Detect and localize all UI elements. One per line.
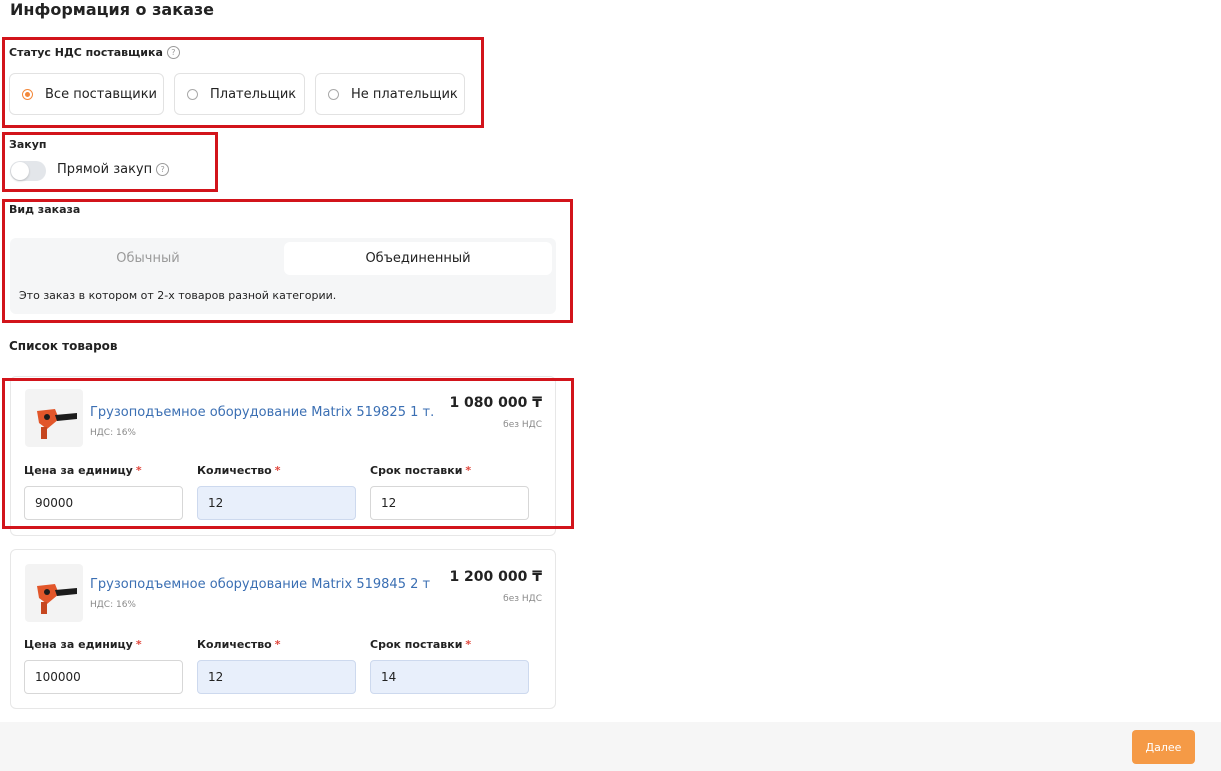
quantity-label: Количество * xyxy=(197,464,281,477)
quantity-input[interactable]: 12 xyxy=(197,486,356,520)
tab-regular[interactable]: Обычный xyxy=(14,242,282,275)
product-vat: НДС: 16% xyxy=(90,428,136,438)
product-name-link[interactable]: Грузоподъемное оборудование Matrix 51982… xyxy=(90,405,434,420)
direct-purchase-label: Прямой закуп xyxy=(57,162,153,177)
radio-selected-icon xyxy=(22,88,33,100)
quantity-label-text: Количество xyxy=(197,464,272,477)
product-card: Грузоподъемное оборудование Matrix 51984… xyxy=(10,549,556,709)
required-mark: * xyxy=(274,464,281,477)
radio-all-suppliers-label: Все поставщики xyxy=(45,86,157,102)
order-type-segmented: Обычный Объединенный Это заказ в котором… xyxy=(10,238,556,314)
unit-price-label: Цена за единицу * xyxy=(24,638,142,651)
direct-purchase-toggle[interactable] xyxy=(10,161,46,181)
unit-price-label-text: Цена за единицу xyxy=(24,638,133,651)
unit-price-label-text: Цена за единицу xyxy=(24,464,133,477)
product-vat: НДС: 16% xyxy=(90,600,136,610)
required-mark: * xyxy=(465,638,472,651)
page-title: Информация о заказе xyxy=(10,0,215,19)
order-type-description: Это заказ в котором от 2-х товаров разно… xyxy=(19,289,337,302)
purchase-label: Закуп xyxy=(9,138,47,151)
product-name-link[interactable]: Грузоподъемное оборудование Matrix 51984… xyxy=(90,577,430,592)
price-note: без НДС xyxy=(503,420,542,430)
unit-price-input[interactable]: 100000 xyxy=(24,660,183,694)
delivery-label-text: Срок поставки xyxy=(370,464,463,477)
help-icon[interactable]: ? xyxy=(156,163,170,176)
product-price: 1 200 000 ₸ xyxy=(449,569,542,585)
unit-price-label: Цена за единицу * xyxy=(24,464,142,477)
delivery-input[interactable]: 12 xyxy=(370,486,529,520)
toggle-knob xyxy=(11,162,29,180)
product-price: 1 080 000 ₸ xyxy=(449,395,542,411)
quantity-label: Количество * xyxy=(197,638,281,651)
help-icon[interactable]: ? xyxy=(166,46,180,59)
vat-status-label-text: Статус НДС поставщика xyxy=(9,46,163,59)
product-card: Грузоподъемное оборудование Matrix 51982… xyxy=(10,376,556,536)
radio-non-payer-label: Не плательщик xyxy=(351,86,458,102)
vat-status-label: Статус НДС поставщика? xyxy=(9,46,180,59)
product-jack-image xyxy=(25,564,83,622)
delivery-label: Срок поставки * xyxy=(370,464,471,477)
products-heading: Список товаров xyxy=(9,339,118,353)
quantity-input[interactable]: 12 xyxy=(197,660,356,694)
radio-icon xyxy=(328,88,339,100)
required-mark: * xyxy=(274,638,281,651)
required-mark: * xyxy=(465,464,472,477)
required-mark: * xyxy=(135,638,142,651)
quantity-label-text: Количество xyxy=(197,638,272,651)
tab-combined[interactable]: Объединенный xyxy=(284,242,552,275)
radio-icon xyxy=(187,88,198,100)
delivery-input[interactable]: 14 xyxy=(370,660,529,694)
required-mark: * xyxy=(135,464,142,477)
order-type-label: Вид заказа xyxy=(9,203,81,216)
product-jack-image xyxy=(25,389,83,447)
delivery-label: Срок поставки * xyxy=(370,638,471,651)
radio-non-payer[interactable]: Не плательщик xyxy=(315,73,465,115)
next-button[interactable]: Далее xyxy=(1132,730,1195,764)
footer-bar: Далее xyxy=(0,722,1221,771)
unit-price-input[interactable]: 90000 xyxy=(24,486,183,520)
price-note: без НДС xyxy=(503,594,542,604)
radio-payer-label: Плательщик xyxy=(210,86,297,102)
delivery-label-text: Срок поставки xyxy=(370,638,463,651)
direct-purchase-row: Прямой закуп? xyxy=(57,162,170,177)
radio-all-suppliers[interactable]: Все поставщики xyxy=(9,73,164,115)
radio-payer[interactable]: Плательщик xyxy=(174,73,305,115)
